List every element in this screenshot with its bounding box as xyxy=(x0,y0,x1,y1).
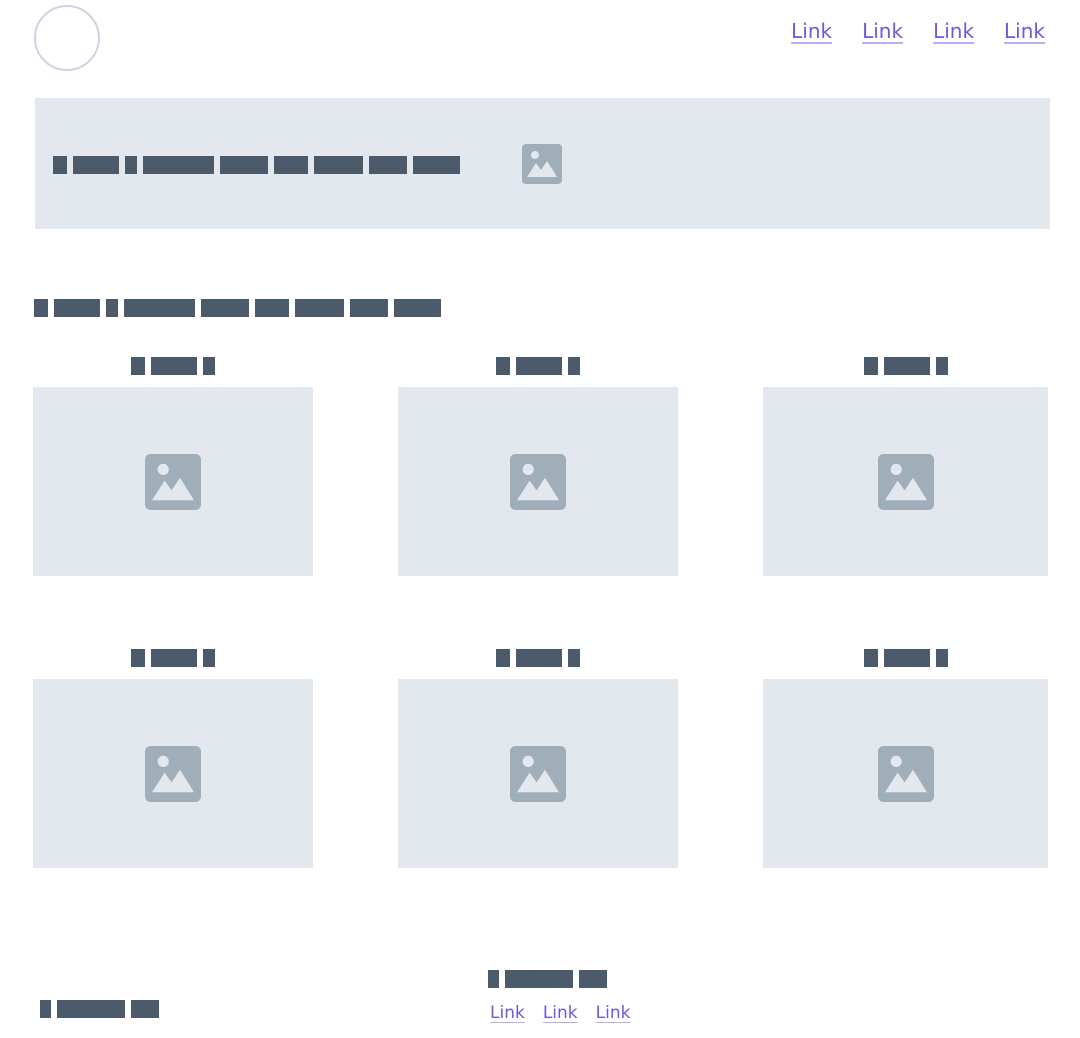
image-icon xyxy=(510,745,566,802)
nav-link-2[interactable]: Link xyxy=(862,18,903,44)
footer-heading-redacted xyxy=(488,970,607,988)
card-image-placeholder xyxy=(33,387,313,576)
card-title-redacted xyxy=(33,649,313,667)
image-icon xyxy=(522,144,562,184)
section-heading-redacted xyxy=(34,299,441,317)
logo-placeholder[interactable] xyxy=(34,5,100,71)
footer-copyright-redacted xyxy=(40,1000,159,1018)
card-title-redacted xyxy=(763,357,1048,375)
footer-link-1[interactable]: Link xyxy=(490,1000,525,1026)
footer-nav: Link Link Link xyxy=(490,1000,630,1026)
footer-link-3[interactable]: Link xyxy=(596,1000,631,1026)
footer-link-2[interactable]: Link xyxy=(543,1000,578,1026)
card-title-redacted xyxy=(33,357,313,375)
image-icon xyxy=(145,745,201,802)
nav-link-3[interactable]: Link xyxy=(933,18,974,44)
card-image-placeholder xyxy=(763,679,1048,868)
card-image-placeholder xyxy=(398,387,678,576)
image-icon xyxy=(510,453,566,510)
image-icon xyxy=(877,453,934,510)
card-image-placeholder xyxy=(398,679,678,868)
card-image-placeholder xyxy=(763,387,1048,576)
card-title-redacted xyxy=(398,357,678,375)
nav-link-1[interactable]: Link xyxy=(791,18,832,44)
hero-redacted-text xyxy=(53,156,460,174)
nav-link-4[interactable]: Link xyxy=(1004,18,1045,44)
hero-banner xyxy=(35,98,1050,229)
image-icon xyxy=(877,745,934,802)
card-title-redacted xyxy=(763,649,1048,667)
card-title-redacted xyxy=(398,649,678,667)
image-icon xyxy=(145,453,201,510)
top-nav: Link Link Link Link xyxy=(791,18,1045,44)
card-image-placeholder xyxy=(33,679,313,868)
page: Link Link Link Link Link Link Link xyxy=(0,0,1080,1038)
